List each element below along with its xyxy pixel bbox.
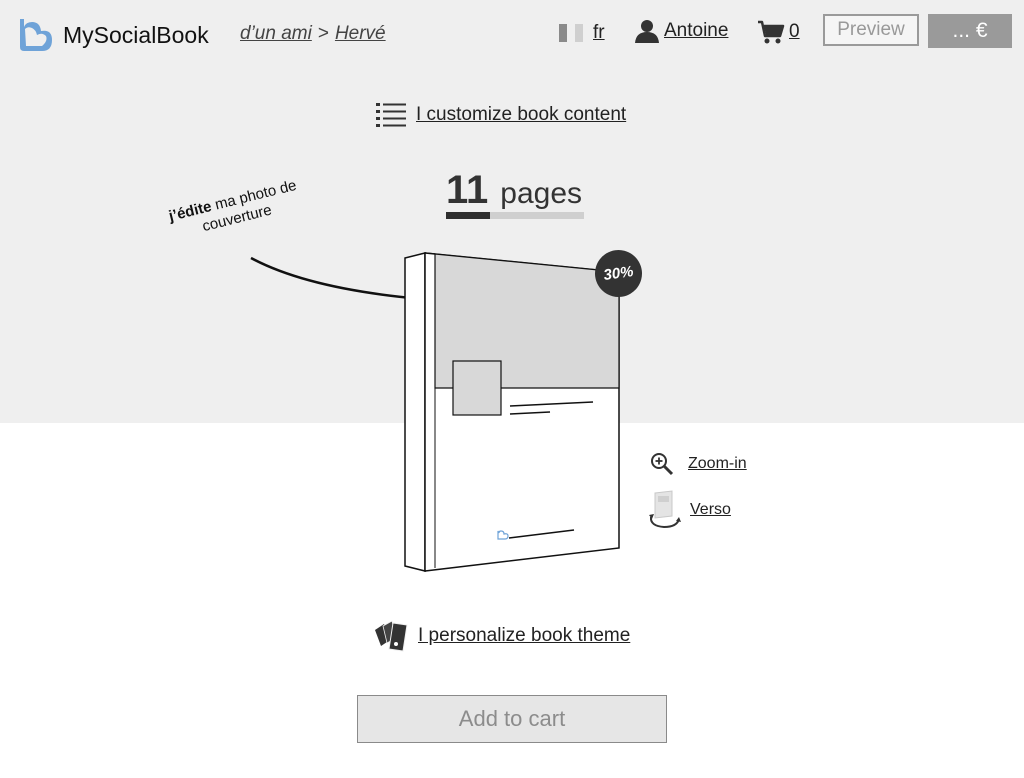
book-spine <box>404 252 426 572</box>
personalize-theme-link[interactable]: I personalize book theme <box>374 620 630 652</box>
add-to-cart-button[interactable]: Add to cart <box>357 695 667 743</box>
zoom-in-link[interactable]: Zoom-in <box>650 452 747 476</box>
flip-icon <box>649 490 681 529</box>
verso-label[interactable]: Verso <box>690 501 731 519</box>
profile-photo[interactable] <box>452 360 502 416</box>
cards-icon <box>375 620 408 652</box>
personalize-theme-label[interactable]: I personalize book theme <box>418 625 630 647</box>
zoom-in-label[interactable]: Zoom-in <box>688 455 747 473</box>
zoom-in-icon <box>651 453 674 476</box>
book-illustration <box>250 252 620 572</box>
verso-link[interactable]: Verso <box>648 490 731 530</box>
